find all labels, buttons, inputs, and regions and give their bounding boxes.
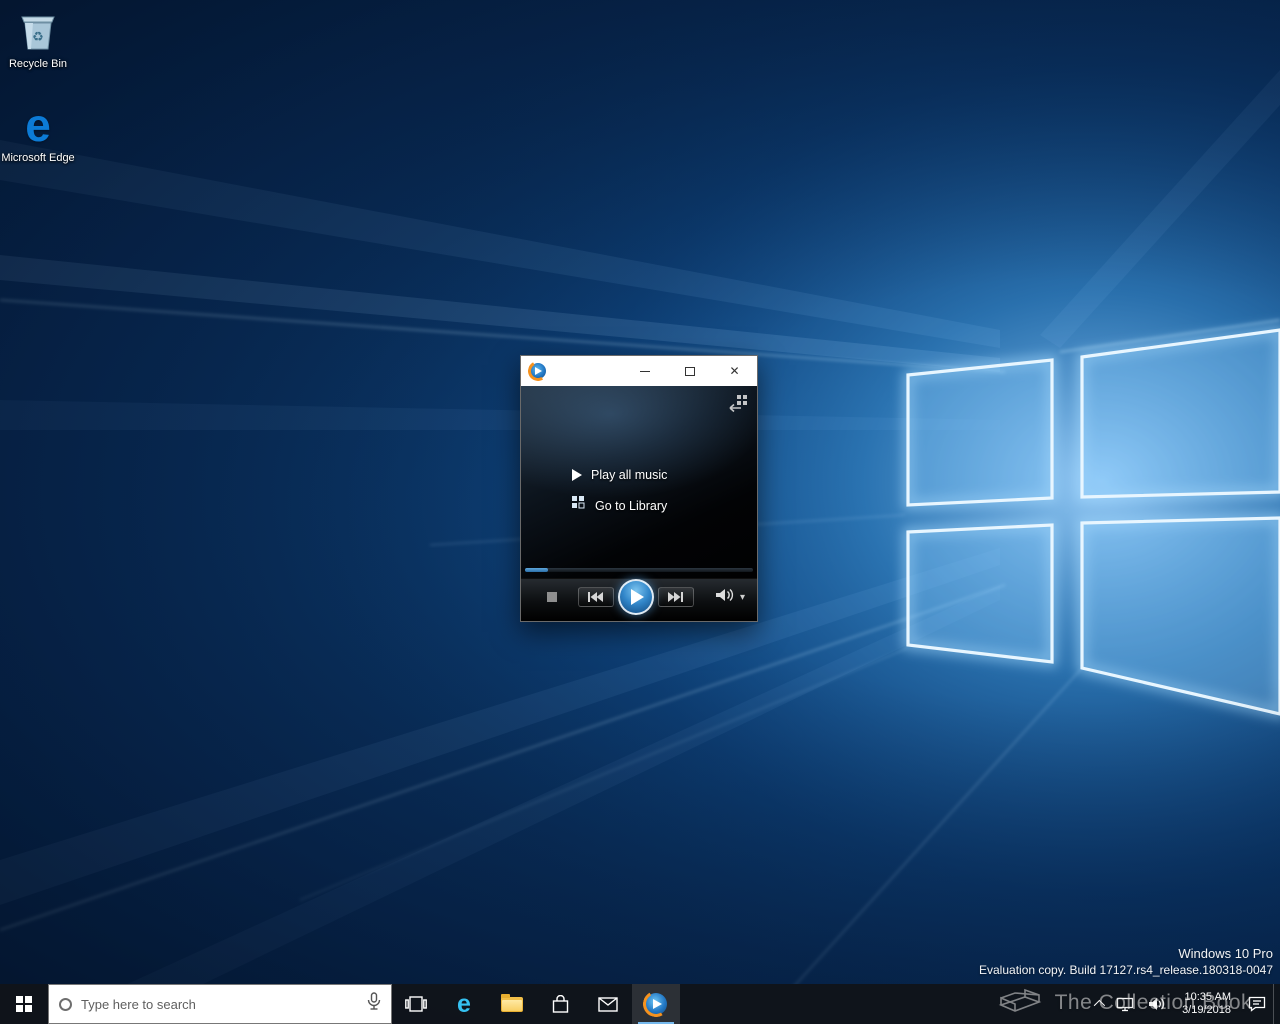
play-icon: [631, 589, 644, 605]
task-view-button[interactable]: [392, 984, 440, 1024]
edge-icon: e: [0, 100, 76, 150]
volume-caret-icon[interactable]: ▾: [740, 592, 745, 603]
chevron-up-icon: [1094, 1000, 1105, 1011]
minimize-icon: [640, 371, 650, 372]
network-icon: [1116, 997, 1134, 1012]
media-player-titlebar[interactable]: ✕: [521, 356, 757, 386]
start-button[interactable]: [0, 984, 48, 1024]
taskbar-search[interactable]: [48, 984, 392, 1024]
seek-bar[interactable]: [525, 568, 753, 572]
system-tray: 10:35 AM 3/19/2018: [1087, 984, 1280, 1024]
wmp-app-icon: [530, 363, 546, 379]
clock-date: 3/19/2018: [1182, 1004, 1231, 1017]
media-player-taskbar-button[interactable]: [632, 984, 680, 1024]
next-button[interactable]: [658, 587, 694, 607]
action-center-button[interactable]: [1241, 984, 1273, 1024]
svg-text:♻: ♻: [32, 29, 44, 44]
volume-tray-button[interactable]: [1141, 984, 1172, 1024]
evaluation-build-text: Evaluation copy. Build 17127.rs4_release…: [979, 962, 1273, 978]
media-player-now-playing: Play all music Go to Library: [521, 386, 757, 621]
clock-time: 10:35 AM: [1185, 991, 1231, 1004]
edge-label: Microsoft Edge: [0, 152, 76, 165]
mail-button[interactable]: [584, 984, 632, 1024]
volume-icon: [1148, 997, 1165, 1011]
taskbar-edge-button[interactable]: e: [440, 984, 488, 1024]
desktop-icon-recycle-bin[interactable]: ♻ Recycle Bin: [0, 6, 76, 71]
seek-progress: [525, 568, 548, 572]
search-input[interactable]: [81, 997, 358, 1012]
play-all-music-label: Play all music: [591, 468, 667, 482]
library-grid-icon: [572, 496, 586, 515]
network-tray-button[interactable]: [1109, 984, 1141, 1024]
switch-to-library-button[interactable]: [727, 395, 749, 413]
tray-clock[interactable]: 10:35 AM 3/19/2018: [1172, 984, 1241, 1024]
go-to-library-label: Go to Library: [595, 499, 667, 513]
previous-button[interactable]: [578, 587, 614, 607]
show-desktop-button[interactable]: [1273, 984, 1280, 1024]
file-explorer-icon: [501, 997, 523, 1012]
desktop: ♻ Recycle Bin e Microsoft Edge ✕: [0, 0, 1280, 1024]
mail-icon: [598, 997, 618, 1012]
play-button[interactable]: [618, 579, 654, 615]
go-to-library-item[interactable]: Go to Library: [572, 496, 706, 515]
wmp-icon: [645, 993, 667, 1015]
maximize-button[interactable]: [667, 356, 712, 386]
edge-icon: e: [457, 992, 471, 1017]
minimize-button[interactable]: [622, 356, 667, 386]
recycle-bin-icon: ♻: [0, 6, 76, 56]
mute-button[interactable]: [715, 588, 734, 607]
desktop-icon-microsoft-edge[interactable]: e Microsoft Edge: [0, 100, 76, 165]
recycle-bin-label: Recycle Bin: [0, 58, 76, 71]
microphone-icon[interactable]: [367, 992, 381, 1016]
windows-logo-icon: [16, 996, 32, 1012]
play-all-music-item[interactable]: Play all music: [572, 468, 706, 482]
media-player-window: ✕ Play all music: [520, 355, 758, 622]
taskbar: e: [0, 984, 1280, 1024]
close-button[interactable]: ✕: [712, 356, 757, 386]
search-circle-icon: [59, 998, 72, 1011]
store-button[interactable]: [536, 984, 584, 1024]
maximize-icon: [685, 367, 695, 376]
action-center-icon: [1248, 996, 1266, 1012]
stop-button[interactable]: [547, 592, 557, 602]
evaluation-watermark: Windows 10 Pro Evaluation copy. Build 17…: [979, 945, 1273, 978]
tray-overflow-button[interactable]: [1087, 984, 1109, 1024]
play-icon: [572, 469, 582, 481]
playback-controls: ▾: [521, 578, 757, 621]
store-icon: [551, 995, 570, 1014]
file-explorer-button[interactable]: [488, 984, 536, 1024]
task-view-icon: [405, 995, 427, 1013]
windows-edition-text: Windows 10 Pro: [979, 945, 1273, 962]
